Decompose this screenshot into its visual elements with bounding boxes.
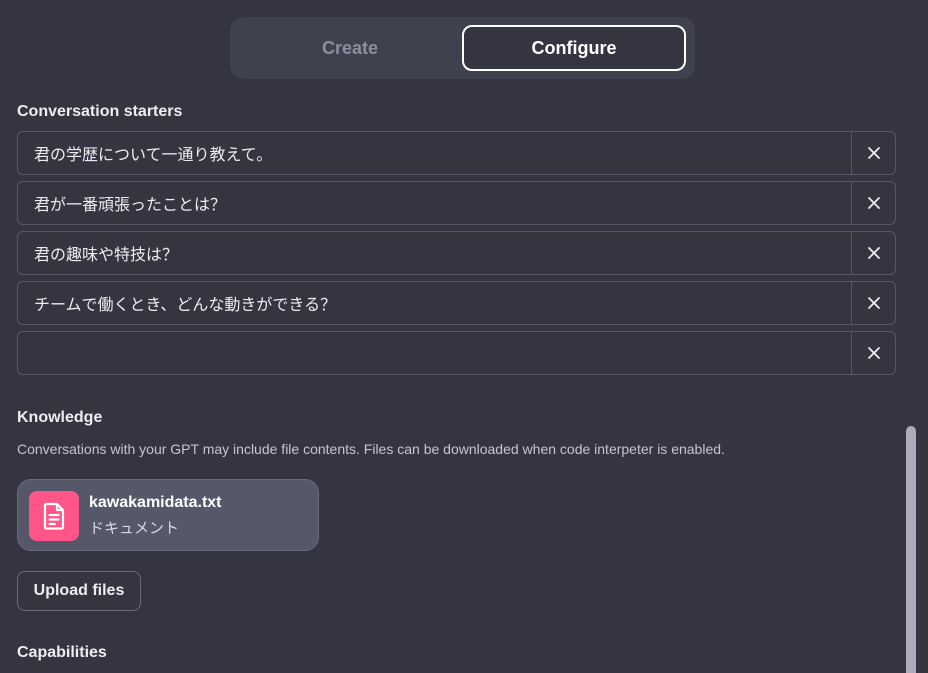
starter-row bbox=[17, 131, 896, 175]
capabilities-title: Capabilities bbox=[17, 644, 107, 661]
starter-input[interactable] bbox=[18, 332, 851, 374]
close-icon bbox=[867, 147, 880, 159]
remove-starter-button[interactable] bbox=[851, 132, 895, 174]
starter-input[interactable] bbox=[18, 282, 851, 324]
knowledge-title: Knowledge bbox=[17, 409, 103, 426]
starter-input[interactable] bbox=[18, 182, 851, 224]
file-card[interactable]: kawakamidata.txt ドキュメント bbox=[17, 479, 319, 551]
remove-starter-button[interactable] bbox=[851, 282, 895, 324]
close-icon bbox=[867, 197, 880, 209]
remove-starter-button[interactable] bbox=[851, 332, 895, 374]
scrollbar[interactable] bbox=[906, 426, 916, 673]
file-type: ドキュメント bbox=[89, 519, 180, 537]
close-icon bbox=[867, 297, 880, 309]
upload-files-button[interactable]: Upload files bbox=[17, 571, 141, 611]
starter-row bbox=[17, 281, 896, 325]
tab-configure[interactable]: Configure bbox=[462, 25, 686, 71]
starter-row bbox=[17, 231, 896, 275]
conversation-starters-title: Conversation starters bbox=[17, 103, 183, 120]
document-icon bbox=[29, 491, 79, 541]
mode-toggle: Create Configure bbox=[230, 17, 695, 79]
gpt-editor-panel: Create Configure Conversation starters K… bbox=[0, 0, 928, 673]
starter-row bbox=[17, 331, 896, 375]
starter-input[interactable] bbox=[18, 232, 851, 274]
file-name: kawakamidata.txt bbox=[89, 494, 222, 511]
remove-starter-button[interactable] bbox=[851, 182, 895, 224]
close-icon bbox=[867, 347, 880, 359]
starter-row bbox=[17, 181, 896, 225]
starter-input[interactable] bbox=[18, 132, 851, 174]
tab-create[interactable]: Create bbox=[238, 25, 462, 71]
remove-starter-button[interactable] bbox=[851, 232, 895, 274]
close-icon bbox=[867, 247, 880, 259]
knowledge-description: Conversations with your GPT may include … bbox=[17, 441, 725, 457]
